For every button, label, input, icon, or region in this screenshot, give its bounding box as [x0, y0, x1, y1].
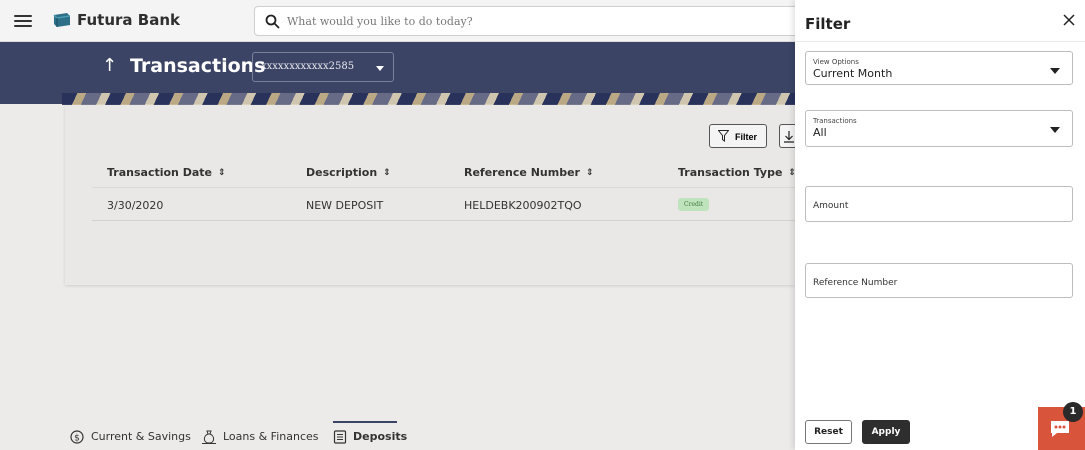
tab-deposits[interactable]: Deposits — [353, 430, 407, 443]
document-list-icon — [333, 430, 347, 444]
column-header-label: Description — [306, 166, 378, 179]
notification-badge: 1 — [1063, 402, 1083, 422]
transactions-card — [65, 105, 795, 285]
tab-loans-finances[interactable]: Loans & Finances — [223, 430, 319, 443]
chat-icon — [1051, 421, 1069, 437]
download-button[interactable] — [779, 124, 795, 148]
column-header-label: Reference Number — [464, 166, 580, 179]
header-divider — [92, 187, 795, 188]
search-icon — [265, 14, 280, 29]
cell-reference[interactable]: HELDEBK200902TQO — [464, 199, 582, 212]
view-options-select[interactable]: View Options Current Month — [805, 51, 1073, 85]
sort-icon: ⇕ — [585, 168, 594, 178]
reference-number-input[interactable] — [813, 276, 1063, 290]
page-title: Transactions — [130, 55, 266, 77]
view-options-value: Current Month — [813, 67, 893, 80]
tab-current-savings[interactable]: Current & Savings — [91, 430, 191, 443]
menu-icon[interactable] — [14, 11, 32, 31]
panel-divider — [795, 41, 1085, 42]
view-options-label: View Options — [813, 58, 859, 66]
chevron-down-icon — [376, 66, 384, 71]
filter-icon — [718, 130, 729, 142]
reset-button[interactable]: Reset — [805, 420, 852, 444]
filter-button[interactable]: Filter — [709, 124, 767, 148]
cell-date: 3/30/2020 — [107, 199, 164, 212]
status-badge: Credit — [678, 198, 710, 211]
bank-logo-icon — [53, 13, 71, 27]
cell-description: NEW DEPOSIT — [306, 199, 384, 212]
account-select[interactable]: xxxxxxxxxxxx2585 — [252, 52, 394, 82]
account-number: xxxxxxxxxxxx2585 — [261, 61, 355, 72]
transactions-label: Transactions — [813, 117, 857, 125]
amount-field[interactable] — [805, 186, 1073, 222]
search-input[interactable] — [287, 11, 787, 31]
transactions-value: All — [813, 126, 827, 139]
brand-name[interactable]: Futura Bank — [77, 11, 180, 29]
transactions-select[interactable]: Transactions All — [805, 110, 1073, 147]
column-header-label: Transaction Type — [678, 166, 783, 179]
amount-input[interactable] — [813, 199, 1063, 213]
close-icon[interactable] — [1063, 14, 1075, 26]
svg-text:$: $ — [74, 434, 80, 444]
reference-number-field[interactable] — [805, 263, 1073, 298]
download-icon — [784, 131, 794, 143]
column-header-date[interactable]: Transaction Date ⇕ — [107, 166, 226, 179]
column-header-description[interactable]: Description ⇕ — [306, 166, 391, 179]
sort-icon: ⇕ — [383, 168, 391, 178]
header-pattern — [62, 93, 795, 105]
column-header-type[interactable]: Transaction Type ⇕ — [678, 166, 796, 179]
column-header-label: Transaction Date — [107, 166, 212, 179]
sort-icon: ⇕ — [217, 168, 226, 178]
filter-panel-title: Filter — [805, 15, 851, 33]
money-bag-icon — [202, 430, 216, 444]
table-row-divider — [92, 220, 795, 221]
column-header-reference[interactable]: Reference Number ⇕ — [464, 166, 594, 179]
active-tab-indicator — [333, 421, 397, 423]
dollar-circle-icon: $ — [70, 430, 84, 444]
back-arrow-icon[interactable]: ↑ — [102, 55, 117, 76]
apply-button[interactable]: Apply — [862, 420, 910, 444]
filter-button-label: Filter — [735, 132, 758, 142]
search-bar[interactable] — [254, 6, 854, 36]
chevron-down-icon — [1050, 127, 1060, 133]
chevron-down-icon — [1050, 68, 1060, 74]
